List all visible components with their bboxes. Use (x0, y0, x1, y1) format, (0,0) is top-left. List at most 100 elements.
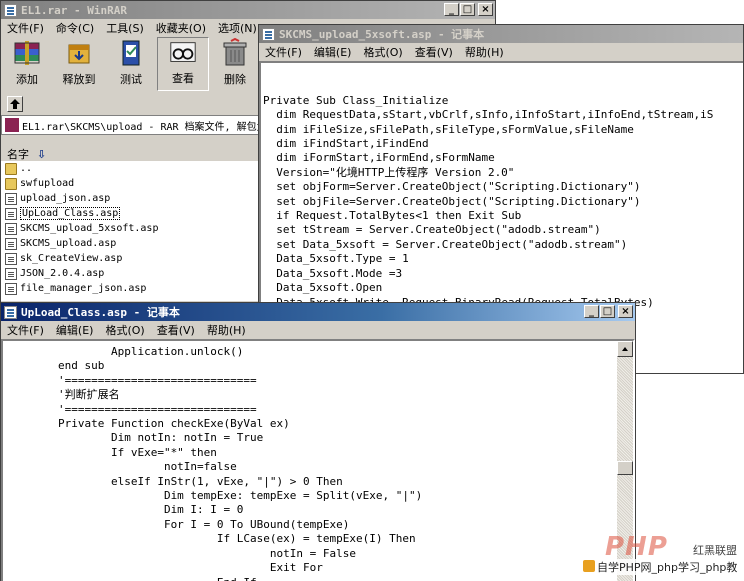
file-icon (5, 282, 17, 295)
notepad-front-menubar: 文件(F) 编辑(E) 格式(O) 查看(V) 帮助(H) (1, 321, 635, 339)
list-item[interactable]: sk_CreateView.asp (1, 251, 261, 266)
scroll-thumb[interactable] (617, 461, 633, 475)
notepad-back-menubar: 文件(F) 编辑(E) 格式(O) 查看(V) 帮助(H) (259, 43, 743, 61)
add-archive-icon (14, 41, 40, 65)
list-item[interactable]: JSON_2.0.4.asp (1, 266, 261, 281)
list-item[interactable]: swfupload (1, 176, 261, 191)
file-icon (5, 207, 17, 220)
code-text: Private Sub Class_Initialize dim Request… (263, 65, 713, 310)
watermark-brand: 红黑联盟 (693, 544, 737, 557)
code-line: set Data_5xsoft = Server.CreateObject("a… (263, 237, 628, 251)
archive-path: EL1.rar\SKCMS\upload - RAR 档案文件, 解包大 (22, 121, 261, 133)
menu-file[interactable]: 文件(F) (1, 322, 50, 338)
list-item[interactable]: SKCMS_upload_5xsoft.asp (1, 221, 261, 236)
menu-edit[interactable]: 编辑(E) (50, 322, 100, 338)
menu-file[interactable]: 文件(F) (1, 20, 50, 36)
list-item[interactable]: UpLoad_Class.asp (1, 206, 261, 221)
minimize-button[interactable]: _ (444, 3, 459, 16)
code-line: For I = 0 To UBound(tempExe) (5, 517, 350, 531)
menu-commands[interactable]: 命令(C) (50, 20, 100, 36)
menu-file[interactable]: 文件(F) (259, 44, 308, 60)
file-icon (5, 222, 17, 235)
extract-to-label: 释放到 (62, 73, 96, 86)
code-line: notIn=false (5, 460, 237, 474)
notepad-back-title: SKCMS_upload_5xsoft.asp - 记事本 (279, 28, 485, 41)
code-line: end sub (5, 359, 105, 373)
watermark-caption: 自学PHP网_php学习_php教 (597, 559, 738, 575)
code-line: Dim notIn: notIn = True (5, 431, 264, 445)
file-list-header[interactable]: 名字 ⇩ (1, 147, 261, 161)
test-label: 测试 (120, 73, 142, 86)
close-button[interactable]: × (478, 3, 493, 16)
view-icon (170, 42, 196, 62)
menu-tools[interactable]: 工具(S) (100, 20, 150, 36)
notepad-front-text-area[interactable]: Application.unlock() end sub '==========… (1, 339, 635, 581)
menu-help[interactable]: 帮助(H) (201, 322, 252, 338)
code-line: dim iFindStart,iFindEnd (263, 137, 429, 151)
menu-format[interactable]: 格式(O) (99, 322, 150, 338)
code-line: Private Sub Class_Initialize (263, 93, 449, 107)
view-label: 查看 (172, 72, 194, 85)
watermark-logo: PHP (605, 532, 668, 562)
code-line: If LCase(ex) = tempExe(I) Then (5, 532, 416, 546)
sort-arrow-icon: ⇩ (37, 147, 47, 161)
code-line: set objFile=Server.CreateObject("Scripti… (263, 194, 641, 208)
list-item[interactable]: upload_json.asp (1, 191, 261, 206)
menu-help[interactable]: 帮助(H) (459, 44, 510, 60)
notepad-app-icon (4, 305, 17, 319)
delete-label: 删除 (224, 73, 246, 86)
archive-path-bar[interactable]: EL1.rar\SKCMS\upload - RAR 档案文件, 解包大 (1, 115, 261, 135)
code-line: Application.unlock() (5, 345, 244, 358)
rar-archive-icon (5, 118, 19, 132)
file-icon (5, 252, 17, 265)
code-line: elseIf InStr(1, vExe, "|") > 0 Then (5, 474, 343, 488)
menu-view[interactable]: 查看(V) (409, 44, 459, 60)
code-line: dim RequestData,sStart,vbCrlf,sInfo,iInf… (263, 108, 714, 122)
extract-to-button[interactable]: 释放到 (53, 37, 105, 91)
up-arrow-icon (10, 99, 20, 109)
menu-favorites[interactable]: 收藏夹(O) (150, 20, 212, 36)
maximize-button[interactable]: □ (460, 3, 475, 16)
file-list: .. swfupload upload_json.asp UpLoad_Clas… (1, 161, 261, 301)
maximize-button[interactable]: □ (600, 305, 615, 318)
notepad-back-titlebar[interactable]: SKCMS_upload_5xsoft.asp - 记事本 (259, 25, 743, 43)
notepad-app-icon (262, 27, 275, 41)
delete-button[interactable]: 删除 (209, 37, 261, 91)
winrar-app-icon (4, 3, 17, 17)
code-line: Data_5xsoft.Open (263, 281, 383, 295)
list-item[interactable]: file_manager_json.asp (1, 281, 261, 296)
menu-format[interactable]: 格式(O) (357, 44, 408, 60)
test-button[interactable]: 测试 (105, 37, 157, 91)
list-item[interactable]: SKCMS_upload.asp (1, 236, 261, 251)
watermark-badge-icon (583, 560, 595, 572)
watermark: PHP 红黑联盟 自学PHP网_php学习_php教 (583, 532, 744, 581)
menu-view[interactable]: 查看(V) (151, 322, 201, 338)
code-line: notIn = False (5, 546, 356, 560)
winrar-title: EL1.rar - WinRAR (21, 3, 127, 17)
notepad-front-titlebar[interactable]: UpLoad_Class.asp - 记事本 _ □ × (1, 303, 635, 321)
close-button[interactable]: × (618, 305, 633, 318)
code-line: dim iFileSize,sFilePath,sFileType,sFormV… (263, 122, 634, 136)
code-line: Private Function checkExe(ByVal ex) (5, 417, 290, 431)
code-line: set tStream = Server.CreateObject("adodb… (263, 223, 601, 237)
column-name: 名字 (7, 148, 29, 161)
notepad-front-title: UpLoad_Class.asp - 记事本 (21, 306, 180, 319)
add-button[interactable]: 添加 (1, 37, 53, 91)
up-folder-button[interactable] (7, 96, 23, 112)
code-line: End If (5, 576, 257, 581)
menu-options[interactable]: 选项(N) (212, 20, 263, 36)
code-line: '============================= (5, 402, 257, 416)
list-item[interactable]: .. (1, 161, 261, 176)
menu-edit[interactable]: 编辑(E) (308, 44, 358, 60)
extract-to-icon (68, 44, 90, 64)
code-line: if Request.TotalBytes<1 then Exit Sub (263, 209, 522, 223)
notepad-front-window: UpLoad_Class.asp - 记事本 _ □ × 文件(F) 编辑(E)… (0, 302, 636, 581)
code-line: '============================= (5, 373, 257, 387)
code-line: Data_5xsoft.Type = 1 (263, 252, 409, 266)
code-line: Exit For (5, 561, 323, 575)
scroll-up-button[interactable] (617, 341, 633, 357)
winrar-titlebar[interactable]: EL1.rar - WinRAR _ □ × (1, 1, 495, 19)
view-button[interactable]: 查看 (157, 37, 209, 91)
add-label: 添加 (16, 73, 38, 86)
minimize-button[interactable]: _ (584, 305, 599, 318)
